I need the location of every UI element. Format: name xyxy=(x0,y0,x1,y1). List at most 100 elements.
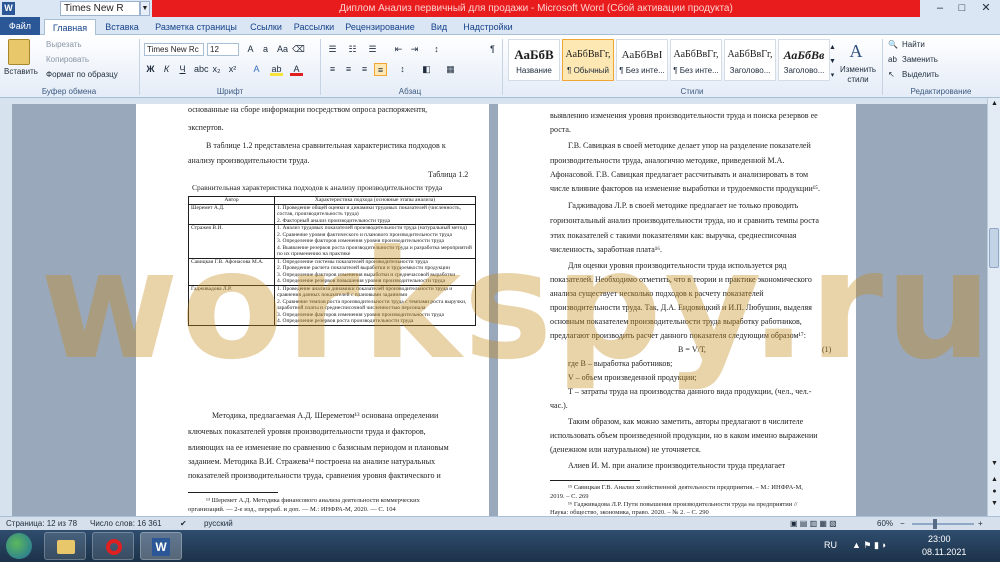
tab-home[interactable]: Главная xyxy=(44,19,96,36)
numbering-icon[interactable]: ☷ xyxy=(346,43,359,56)
scroll-up-icon[interactable]: ▲ xyxy=(989,98,1000,110)
strikethrough-icon[interactable]: abc xyxy=(194,63,209,76)
zoom-level[interactable]: 60% xyxy=(877,519,893,528)
bold-button[interactable]: Ж xyxy=(144,63,157,76)
paste-icon[interactable] xyxy=(8,39,30,65)
prev-page-icon[interactable]: ▲ xyxy=(989,474,1000,486)
tab-insert[interactable]: Вставка xyxy=(100,19,144,35)
shrink-font-icon[interactable]: a xyxy=(259,43,272,56)
maximize-icon[interactable]: □ xyxy=(952,0,972,17)
subscript-icon[interactable]: x₂ xyxy=(210,63,223,76)
vertical-scrollbar[interactable]: ▲ ▼ ▲ ● ▼ xyxy=(987,98,1000,516)
change-styles-button[interactable]: Изменить стили xyxy=(838,65,878,85)
clear-format-icon[interactable]: ⌫ xyxy=(292,43,305,56)
align-center-icon[interactable]: ≡ xyxy=(342,63,355,76)
replace-icon[interactable]: ab xyxy=(888,55,897,64)
browse-object-icon[interactable]: ● xyxy=(989,486,1000,498)
cut-button[interactable]: Вырезать xyxy=(46,40,82,49)
copy-button[interactable]: Копировать xyxy=(46,55,89,64)
multilevel-list-icon[interactable]: ☰ xyxy=(366,43,379,56)
tab-references[interactable]: Ссылки xyxy=(246,19,286,35)
decrease-indent-icon[interactable]: ⇤ xyxy=(392,43,405,56)
text-effects-icon[interactable]: A xyxy=(250,63,263,76)
minimize-icon[interactable]: – xyxy=(930,0,950,17)
taskbar-word-icon[interactable]: W xyxy=(140,532,182,560)
zoom-slider[interactable] xyxy=(912,523,974,525)
select-button[interactable]: Выделить xyxy=(902,70,939,79)
italic-button[interactable]: К xyxy=(160,63,173,76)
shading-icon[interactable]: ◧ xyxy=(420,63,433,76)
align-right-icon[interactable]: ≡ xyxy=(358,63,371,76)
style-normal[interactable]: АаБбВвГг, ¶ Обычный xyxy=(562,39,614,81)
zoom-out-icon[interactable]: − xyxy=(900,519,905,528)
table-row: Гадживадова Л.Р. 1. Проведение анализа д… xyxy=(188,284,476,326)
word-count[interactable]: Число слов: 16 361 xyxy=(90,519,162,528)
tray-date[interactable]: 08.11.2021 xyxy=(922,547,966,557)
find-icon[interactable]: 🔍 xyxy=(888,40,898,49)
align-left-icon[interactable]: ≡ xyxy=(326,63,339,76)
start-button-icon[interactable] xyxy=(6,533,32,559)
paragraph-line: В таблице 1.2 представлена сравнительная… xyxy=(206,141,446,150)
paragraph-line: основным показателем производительности … xyxy=(550,317,802,326)
document-area[interactable]: основанные на сборе информации посредств… xyxy=(0,104,987,516)
word-app-icon[interactable]: W xyxy=(2,2,15,15)
styles-scroll-up-icon[interactable]: ▲ xyxy=(826,41,839,54)
tab-addins[interactable]: Надстройки xyxy=(458,19,518,35)
zoom-in-icon[interactable]: + xyxy=(978,519,983,528)
font-name-combo[interactable]: Times New Rc xyxy=(144,43,204,56)
zoom-slider-thumb[interactable] xyxy=(933,519,937,529)
formula-number: (1) xyxy=(822,345,832,354)
tab-review[interactable]: Рецензирование xyxy=(340,19,420,35)
sort-icon[interactable]: ↕ xyxy=(430,43,443,56)
tray-time[interactable]: 23:00 xyxy=(928,534,951,544)
scroll-down-icon[interactable]: ▼ xyxy=(989,458,1000,470)
quick-font-combo[interactable]: Times New R xyxy=(60,1,140,16)
page-indicator[interactable]: Страница: 12 из 78 xyxy=(6,519,77,528)
next-page-icon[interactable]: ▼ xyxy=(989,498,1000,510)
style-heading-1[interactable]: АаБбВвГг, Заголово... xyxy=(724,39,776,81)
highlight-icon[interactable]: ab xyxy=(270,63,283,76)
underline-button[interactable]: Ч xyxy=(176,63,189,76)
bullets-icon[interactable]: ☰ xyxy=(326,43,339,56)
tab-view[interactable]: Вид xyxy=(424,19,454,35)
taskbar-opera-icon[interactable] xyxy=(92,532,134,560)
style-no-spacing-2[interactable]: АаБбВвГг, ¶ Без инте... xyxy=(670,39,722,81)
find-button[interactable]: Найти xyxy=(902,40,925,49)
replace-button[interactable]: Заменить xyxy=(902,55,938,64)
page-left[interactable]: основанные на сборе информации посредств… xyxy=(136,104,489,516)
style-title[interactable]: АаБбВ Название xyxy=(508,39,560,81)
show-marks-icon[interactable]: ¶ xyxy=(486,43,499,56)
font-size-combo[interactable]: 12 xyxy=(207,43,239,56)
format-painter-button[interactable]: Формат по образцу xyxy=(46,70,118,79)
paragraph-line: (денежном или натуральном) не уточняется… xyxy=(550,445,701,454)
borders-icon[interactable]: ▦ xyxy=(444,63,457,76)
style-no-spacing-1[interactable]: АаБбВвІ ¶ Без инте... xyxy=(616,39,668,81)
select-icon[interactable]: ↖ xyxy=(888,70,895,79)
quick-font-dropdown-icon[interactable]: ▼ xyxy=(140,1,150,16)
tab-file[interactable]: Файл xyxy=(0,17,40,35)
font-color-icon[interactable]: A xyxy=(290,63,303,76)
line-spacing-icon[interactable]: ↕ xyxy=(396,63,409,76)
style-heading-2[interactable]: АаБбВв Заголово... xyxy=(778,39,830,81)
justify-icon[interactable]: ≡ xyxy=(374,63,387,76)
vertical-ruler[interactable] xyxy=(0,104,12,516)
tray-language[interactable]: RU xyxy=(824,540,837,550)
grow-font-icon[interactable]: A xyxy=(244,43,257,56)
tab-mailings[interactable]: Рассылки xyxy=(290,19,338,35)
change-styles-icon[interactable]: A xyxy=(846,41,866,61)
page-right[interactable]: выявлению изменения уровня производитель… xyxy=(498,104,856,516)
close-icon[interactable]: ✕ xyxy=(976,0,996,17)
table-cell-author: Стражев В.И. xyxy=(188,224,275,259)
taskbar-explorer-icon[interactable] xyxy=(44,532,86,560)
view-buttons[interactable]: ▣ ▤ ▥ ▦ ▧ xyxy=(790,519,837,528)
change-case-icon[interactable]: Аа xyxy=(276,43,289,56)
paste-button[interactable]: Вставить xyxy=(4,67,38,76)
tab-page-layout[interactable]: Разметка страницы xyxy=(148,19,244,35)
tray-notifications-icon[interactable]: ▲ ⚑ ▮ ◗ xyxy=(852,540,887,551)
spellcheck-icon[interactable]: ✔ xyxy=(180,519,187,528)
superscript-icon[interactable]: x² xyxy=(226,63,239,76)
language-indicator[interactable]: русский xyxy=(204,519,233,528)
paragraph-line: Т – затраты труда на производства данног… xyxy=(568,387,812,396)
increase-indent-icon[interactable]: ⇥ xyxy=(408,43,421,56)
scroll-thumb[interactable] xyxy=(989,228,999,268)
